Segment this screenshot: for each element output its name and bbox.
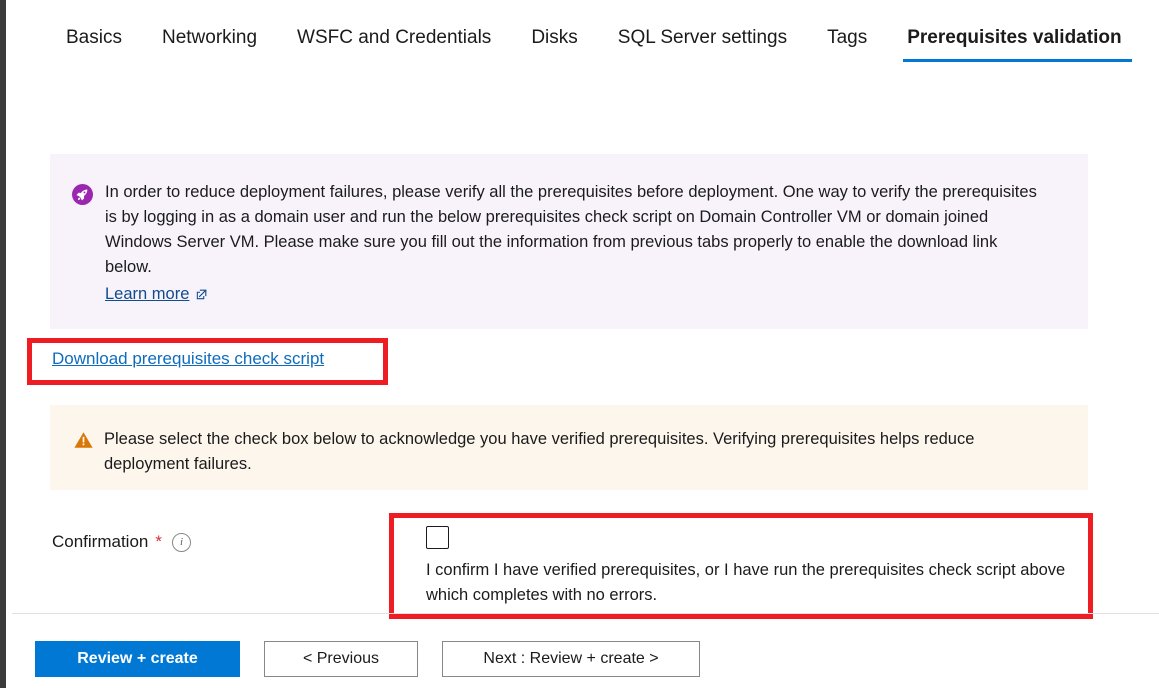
tab-label: Disks — [531, 27, 578, 48]
wizard-footer: Review + create < Previous Next : Review… — [6, 641, 700, 677]
tab-label: Networking — [161, 27, 258, 48]
wizard-tabstrip: Basics Networking WSFC and Credentials D… — [6, 0, 1159, 62]
tab-tags[interactable]: Tags — [807, 26, 887, 62]
confirmation-checkbox[interactable] — [426, 526, 449, 549]
info-banner-text-wrapper: In order to reduce deployment failures, … — [105, 180, 1040, 307]
tab-label: Prerequisites validation — [907, 27, 1122, 48]
warning-banner-text: Please select the check box below to ack… — [104, 430, 975, 473]
tab-label: WSFC and Credentials — [297, 27, 492, 48]
tab-disks[interactable]: Disks — [511, 26, 597, 62]
tab-wsfc-and-credentials[interactable]: WSFC and Credentials — [277, 26, 511, 62]
required-asterisk: * — [155, 532, 162, 551]
footer-divider — [12, 613, 1159, 614]
tab-label: SQL Server settings — [617, 27, 788, 48]
confirmation-label-group: Confirmation * i — [52, 532, 191, 552]
info-banner: In order to reduce deployment failures, … — [50, 154, 1088, 329]
download-prerequisites-check-script-link[interactable]: Download prerequisites check script — [52, 349, 324, 369]
previous-button[interactable]: < Previous — [264, 641, 418, 677]
tab-sql-server-settings[interactable]: SQL Server settings — [598, 26, 807, 62]
confirmation-field: I confirm I have verified prerequisites,… — [426, 526, 1076, 608]
external-link-icon — [197, 289, 207, 300]
info-banner-text: In order to reduce deployment failures, … — [105, 183, 1037, 276]
tab-networking[interactable]: Networking — [142, 26, 277, 62]
next-review-create-button[interactable]: Next : Review + create > — [442, 641, 700, 677]
tab-label: Tags — [827, 27, 868, 48]
warning-triangle-icon — [74, 432, 93, 448]
learn-more-link[interactable]: Learn more — [105, 282, 208, 307]
info-circle-icon[interactable]: i — [172, 532, 191, 552]
warning-banner: Please select the check box below to ack… — [50, 405, 1088, 490]
tab-prerequisites-validation[interactable]: Prerequisites validation — [887, 26, 1141, 62]
prerequisites-validation-page: Basics Networking WSFC and Credentials D… — [6, 0, 1159, 688]
tab-basics[interactable]: Basics — [46, 26, 142, 62]
learn-more-label: Learn more — [105, 285, 190, 303]
confirmation-label: Confirmation — [52, 532, 149, 551]
tab-label: Basics — [66, 27, 122, 48]
review-create-button[interactable]: Review + create — [35, 641, 240, 677]
confirmation-checkbox-label[interactable]: I confirm I have verified prerequisites,… — [426, 558, 1074, 608]
rocket-icon — [72, 184, 93, 205]
